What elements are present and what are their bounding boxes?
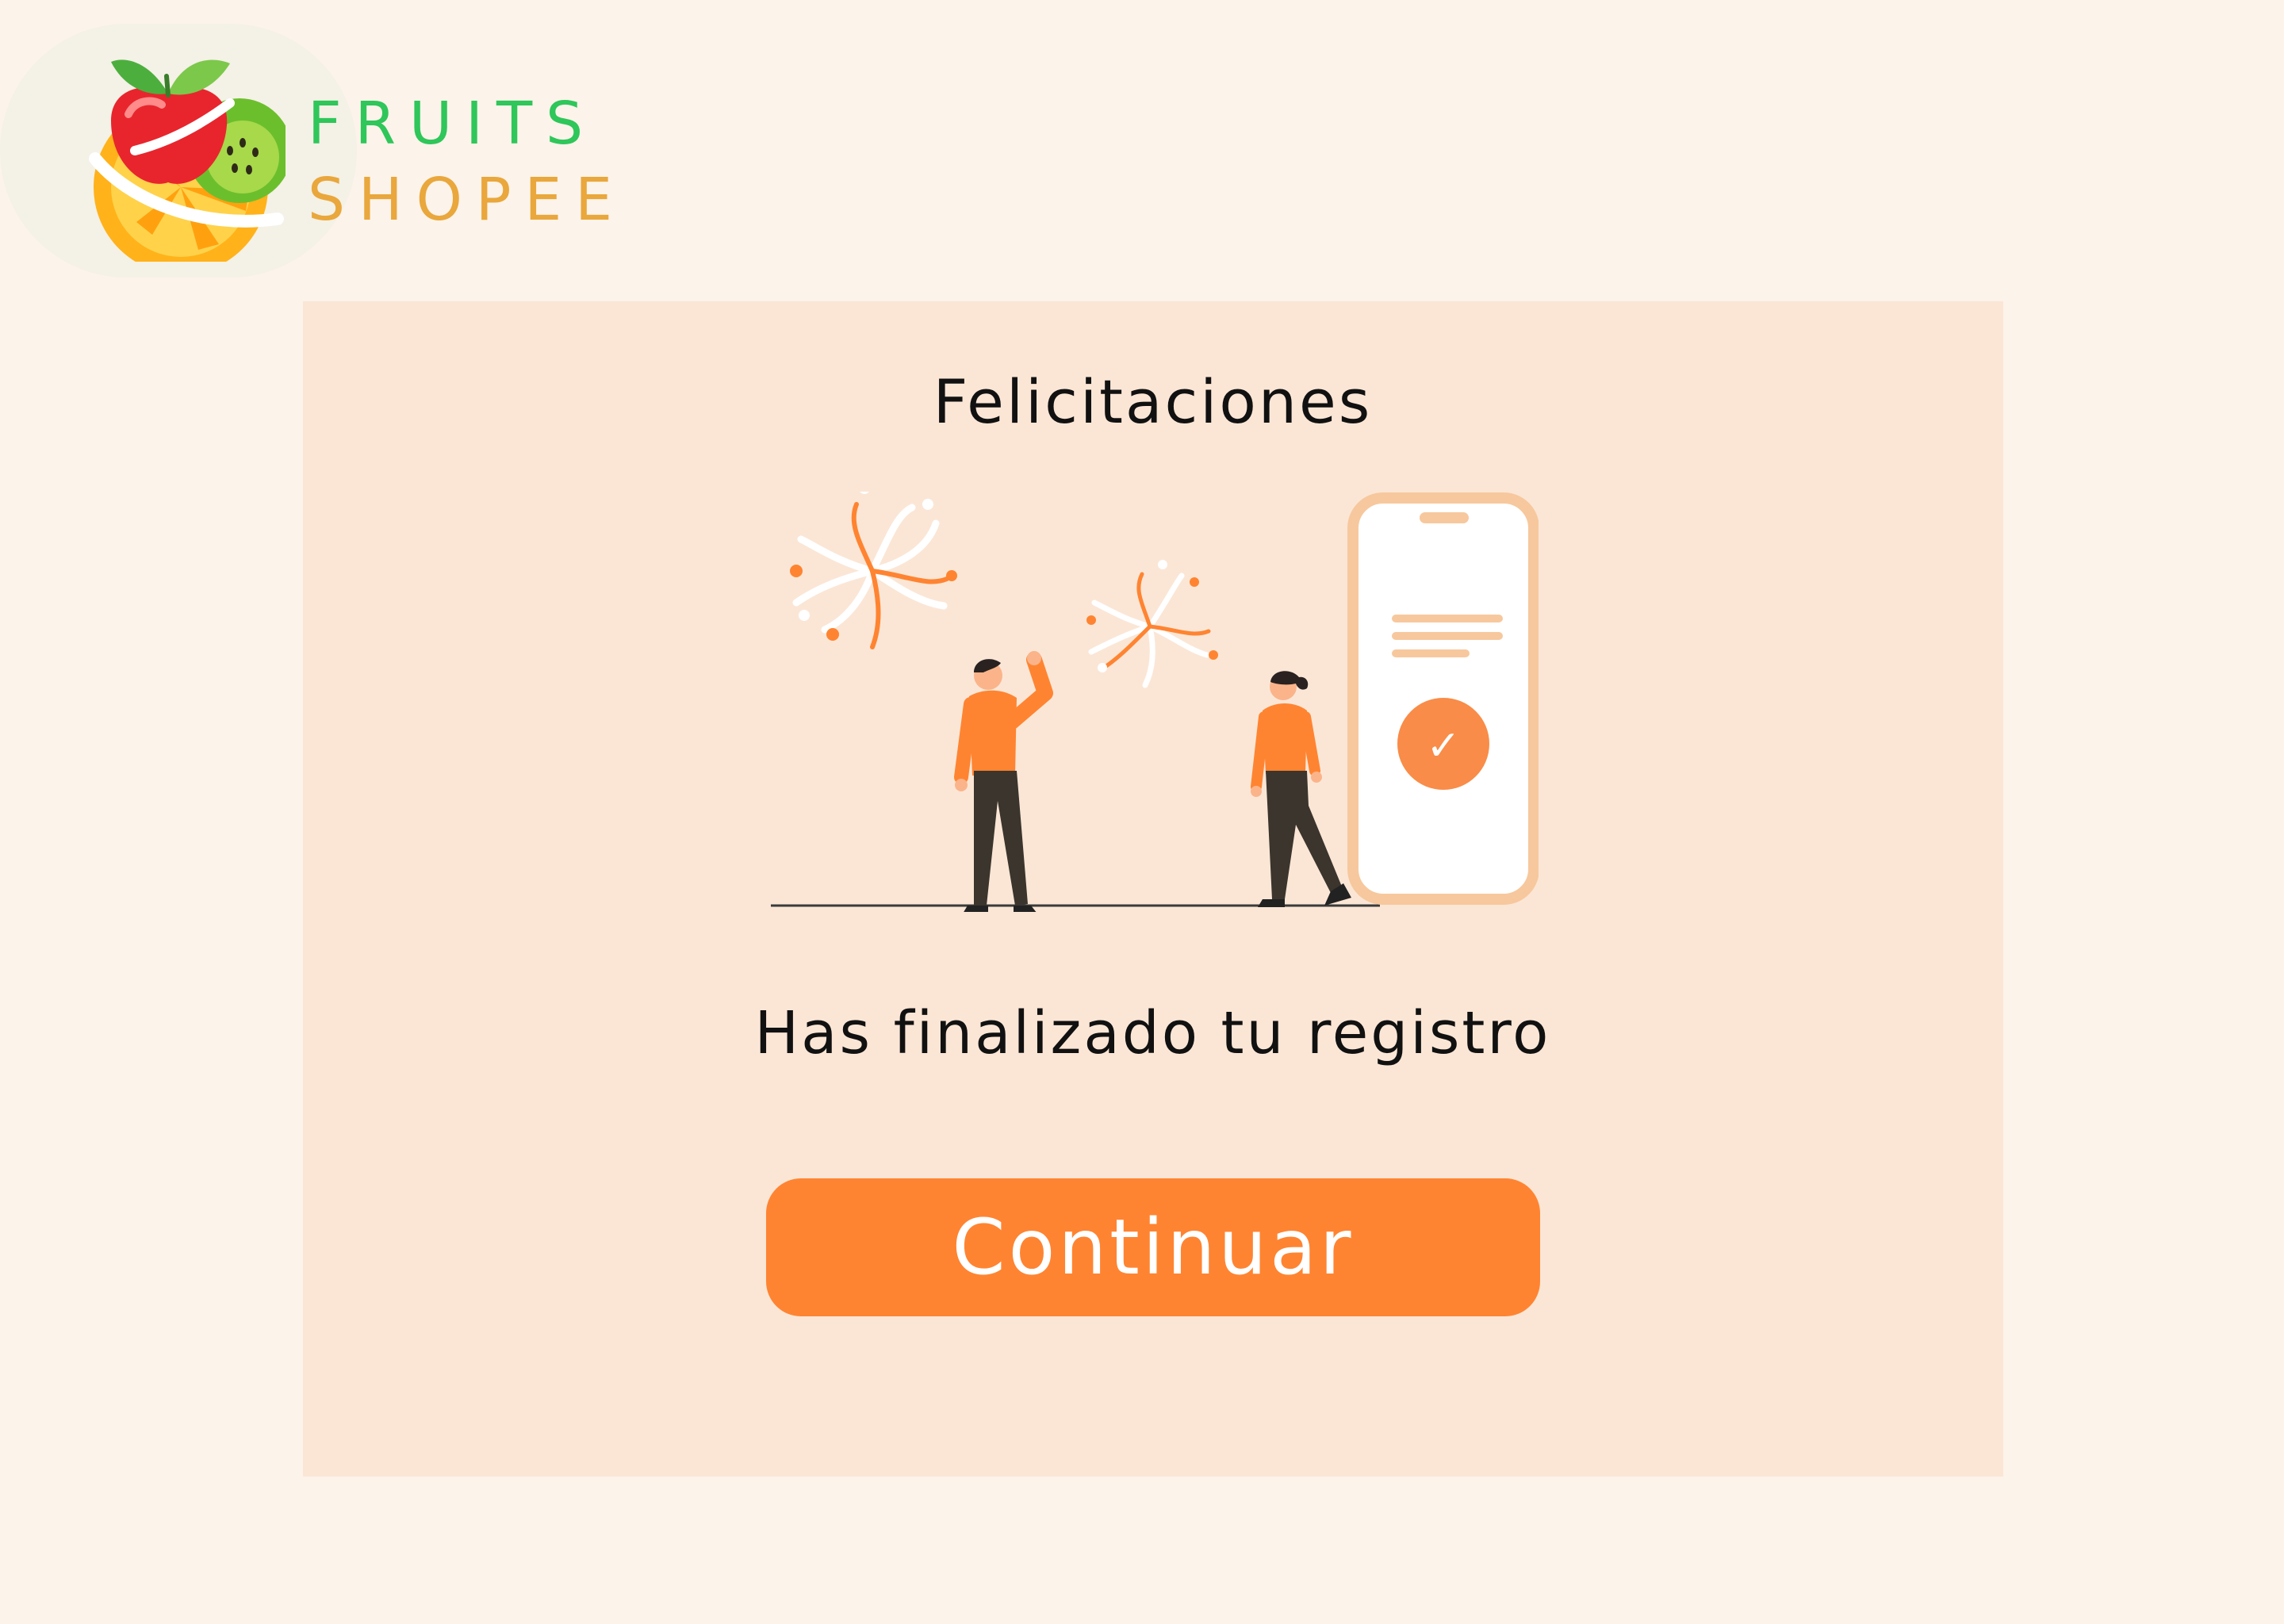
phone-check-icon: ✓ [1426,722,1461,770]
woman-figure [1251,671,1351,907]
brand-logo[interactable]: FRUITS SHOPEE [0,0,650,285]
registration-complete-message: Has finalizado tu registro [754,999,1551,1067]
celebration-illustration: ✓ [771,492,1539,912]
brand-name-line2: SHOPEE [308,166,626,234]
man-figure [954,651,1053,912]
brand-name-line1: FRUITS [308,90,597,158]
continue-button[interactable]: Continuar [766,1178,1540,1316]
firework-large-icon [790,492,957,649]
card-title: Felicitaciones [933,366,1373,437]
phone-icon: ✓ [1347,492,1539,905]
fruit-logo-icon [89,59,286,262]
brand-name: FRUITS SHOPEE [308,86,626,238]
firework-small-icon [1086,560,1218,688]
